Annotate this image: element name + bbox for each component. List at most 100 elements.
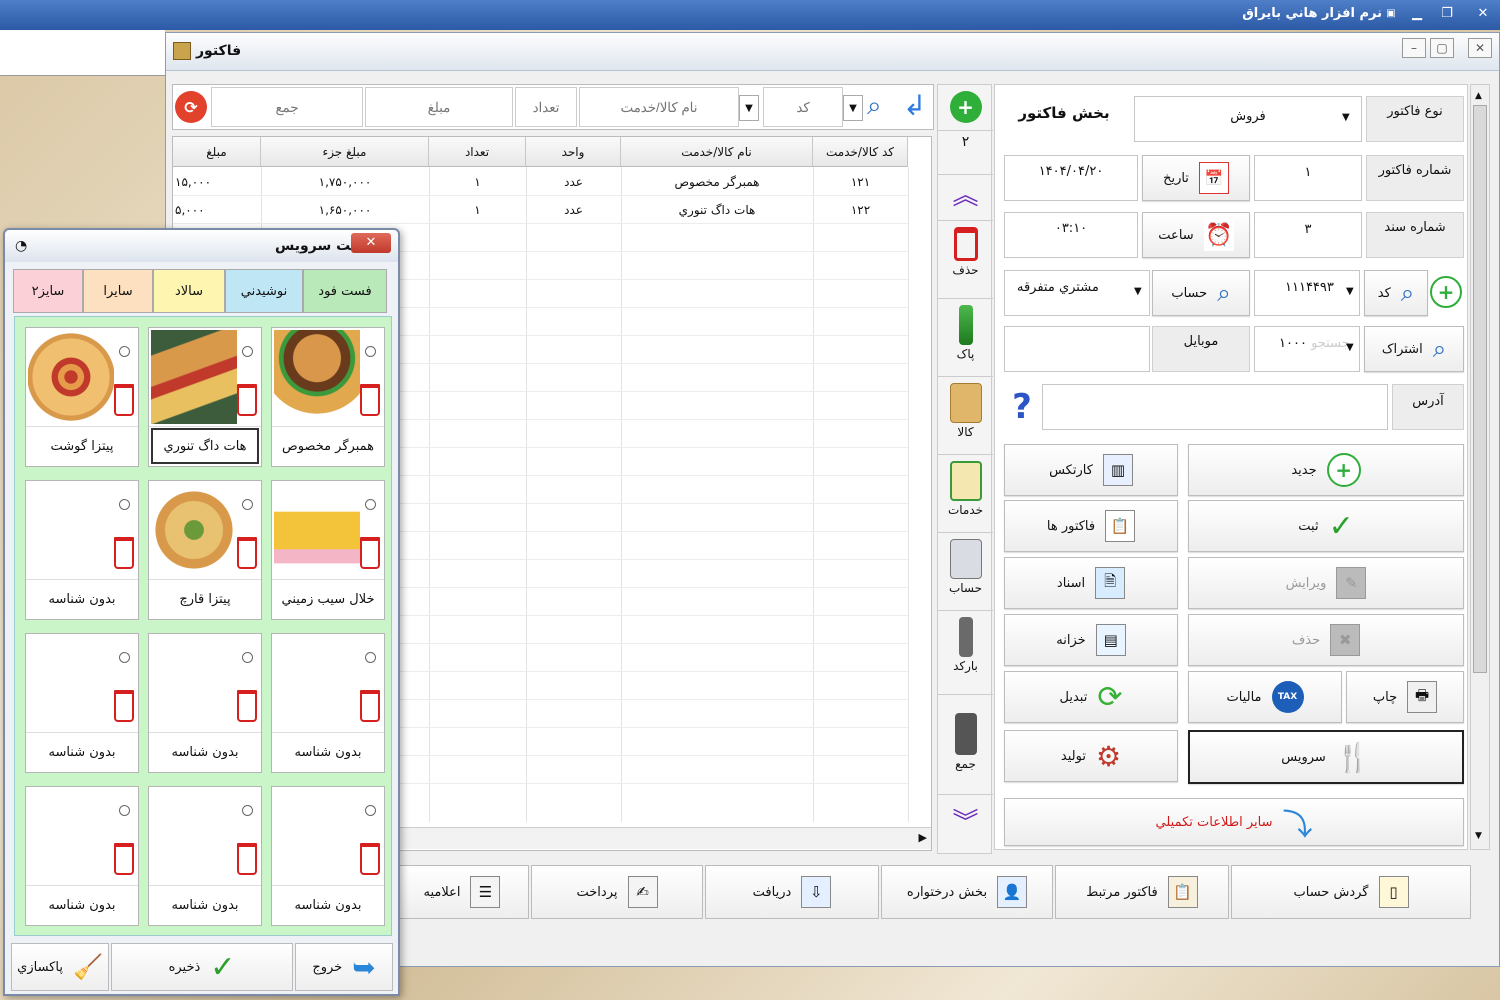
service-card[interactable]: پيتزا گوشت [25, 327, 139, 467]
select-radio[interactable] [242, 805, 253, 816]
date-button[interactable]: تاريخ 📅 [1142, 155, 1250, 201]
service-card[interactable]: بدون شناسه [25, 480, 139, 620]
table-cell[interactable]: همبرگر مخصوص [621, 169, 813, 196]
add-customer-icon[interactable]: + [1430, 276, 1462, 308]
trash-icon[interactable] [237, 843, 257, 875]
invoices-button[interactable]: فاکتور ها 📋 [1004, 500, 1178, 552]
services-button[interactable]: خدمات [938, 455, 993, 533]
subscription-field[interactable]: ۱۰۰۰ جستجو [1254, 326, 1360, 372]
help-icon[interactable]: ? [1004, 384, 1040, 430]
pay-button[interactable]: پرداخت ✍ [531, 865, 703, 919]
invoice-number-field[interactable]: ۱ [1254, 155, 1362, 201]
subscription-search-button[interactable]: اشتراک ⌕ [1364, 326, 1464, 372]
select-radio[interactable] [365, 499, 376, 510]
exit-button[interactable]: خروج ➥ [295, 943, 393, 991]
account-search-button[interactable]: حساب ⌕ [1152, 270, 1250, 316]
select-radio[interactable] [365, 346, 376, 357]
popup-clear-button[interactable]: پاکسازي 🧹 [11, 943, 109, 991]
vertical-scrollbar[interactable]: ▲ ▼ [1470, 84, 1490, 850]
edit-button[interactable]: ويرايش ✎ [1188, 557, 1464, 609]
tab-fast-food[interactable]: فست فود [303, 269, 387, 313]
trash-icon[interactable] [237, 537, 257, 569]
tab-other2[interactable]: سايز۲ [13, 269, 83, 313]
chevron-down-icon[interactable]: ▼ [1342, 112, 1350, 123]
trash-icon[interactable] [360, 537, 380, 569]
price-input[interactable] [365, 87, 513, 127]
table-cell[interactable]: ۱۵,۰۰۰ [173, 169, 261, 196]
minimize-icon[interactable]: ▁ [1404, 2, 1430, 26]
customer-code-field[interactable]: ۱۱۱۴۴۹۳ [1254, 270, 1360, 316]
date-field[interactable]: ۱۴۰۴/۰۴/۲۰ [1004, 155, 1138, 201]
related-invoice-button[interactable]: فاکتور مرتبط 📋 [1055, 865, 1229, 919]
clear-row-button[interactable]: پاک [938, 299, 993, 377]
service-card[interactable]: بدون شناسه [271, 786, 385, 926]
tab-drinks[interactable]: نوشيدني [225, 269, 303, 313]
scroll-down-icon[interactable]: ︾ [938, 797, 993, 853]
table-cell[interactable]: ۱۲۲ [813, 197, 908, 224]
cardex-button[interactable]: کارتکس ▥ [1004, 444, 1178, 496]
enter-arrow-icon[interactable]: ↲ [903, 89, 926, 122]
popup-save-button[interactable]: ذخيره ✓ [111, 943, 293, 991]
barcode-button[interactable]: بارکد [938, 611, 993, 695]
service-card[interactable]: خلال سيب زميني [271, 480, 385, 620]
delete-button[interactable]: حذف ✖ [1188, 614, 1464, 666]
trash-icon[interactable] [114, 843, 134, 875]
notice-button[interactable]: اعلاميه ☰ [395, 865, 529, 919]
table-cell[interactable]: عدد [526, 197, 621, 224]
column-header[interactable]: مبلغ [173, 137, 261, 167]
name-dropdown-icon[interactable]: ▼ [739, 95, 759, 121]
goods-button[interactable]: کالا [938, 377, 993, 455]
scroll-up-icon[interactable]: ▲ [1475, 91, 1482, 101]
select-radio[interactable] [119, 499, 130, 510]
close-icon[interactable]: ✕ [1470, 2, 1496, 26]
trash-icon[interactable] [114, 537, 134, 569]
code-dropdown-icon[interactable]: ▼ [843, 95, 863, 121]
tab-salad[interactable]: سالاد [153, 269, 225, 313]
mobile-field[interactable] [1004, 326, 1150, 372]
chevron-down-icon[interactable]: ▼ [1134, 286, 1142, 297]
table-cell[interactable]: عدد [526, 169, 621, 196]
service-card[interactable]: بدون شناسه [148, 633, 262, 773]
column-header[interactable]: تعداد [429, 137, 526, 167]
service-card[interactable]: هات داگ تنوري [148, 327, 262, 467]
print-button[interactable]: چاپ 🖶 [1346, 671, 1464, 723]
table-cell[interactable]: هات داگ تنوري [621, 197, 813, 224]
address-field[interactable] [1042, 384, 1388, 430]
select-radio[interactable] [119, 805, 130, 816]
trash-icon[interactable] [237, 690, 257, 722]
refresh-icon[interactable]: ⟳ [175, 91, 207, 123]
code-search-button[interactable]: کد ⌕ [1364, 270, 1428, 316]
service-card[interactable]: بدون شناسه [25, 786, 139, 926]
time-field[interactable]: ۰۳:۱۰ [1004, 212, 1138, 258]
trash-icon[interactable] [360, 843, 380, 875]
select-radio[interactable] [365, 805, 376, 816]
time-button[interactable]: ساعت ⏰ [1142, 212, 1250, 258]
save-button[interactable]: ثبت ✓ [1188, 500, 1464, 552]
table-cell[interactable]: ۵,۰۰۰ [173, 197, 261, 224]
maximize-icon[interactable]: ▢ [1430, 38, 1454, 58]
scroll-down-icon[interactable]: ▼ [1475, 831, 1482, 841]
add-row-button[interactable]: + [938, 85, 993, 131]
chevron-down-icon[interactable]: ▼ [1346, 286, 1354, 297]
scroll-up-icon[interactable]: ︽ [938, 175, 993, 221]
restore-icon[interactable]: ❐ [1434, 2, 1460, 26]
more-info-button[interactable]: ساير اطلاعات تکميلي ⤵ [1004, 798, 1464, 846]
scroll-right-icon[interactable]: ▶ [919, 831, 927, 844]
item-code-input[interactable] [763, 87, 843, 127]
service-card[interactable]: بدون شناسه [271, 633, 385, 773]
chevron-down-icon[interactable]: ▼ [1346, 342, 1354, 353]
table-cell[interactable]: ۱ [429, 197, 526, 224]
column-header[interactable]: واحد [526, 137, 621, 167]
total-input[interactable] [211, 87, 363, 127]
receive-button[interactable]: دريافت ⇩ [705, 865, 879, 919]
minimize-icon[interactable]: – [1402, 38, 1426, 58]
treasury-button[interactable]: خزانه ▤ [1004, 614, 1178, 666]
convert-button[interactable]: تبديل ⟳ [1004, 671, 1178, 723]
select-radio[interactable] [242, 346, 253, 357]
production-button[interactable]: توليد ⚙ [1004, 730, 1178, 782]
column-header[interactable]: کد کالا/خدمت [813, 137, 908, 167]
service-card[interactable]: پيتزا قارچ [148, 480, 262, 620]
documents-button[interactable]: اسناد 🗎 [1004, 557, 1178, 609]
delete-row-button[interactable]: حذف [938, 221, 993, 299]
select-radio[interactable] [119, 346, 130, 357]
